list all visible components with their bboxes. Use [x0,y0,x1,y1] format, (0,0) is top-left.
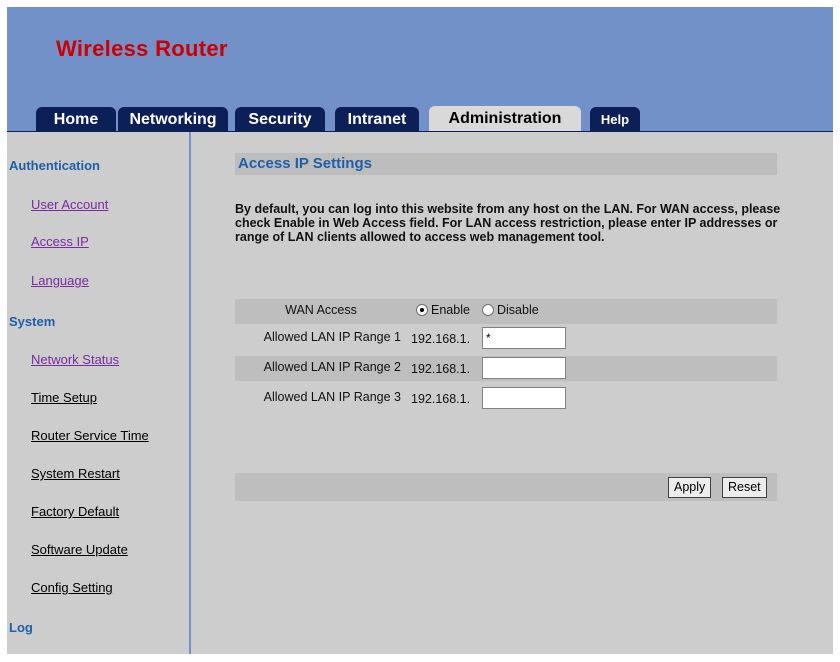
sidebar-item-factory-default[interactable]: Factory Default [31,504,119,519]
sidebar-section-system: System [9,314,56,329]
sidebar-item-language[interactable]: Language [31,273,89,288]
apply-button[interactable]: Apply [668,477,712,498]
sidebar-item-system-restart[interactable]: System Restart [31,466,120,481]
wan-enable-radio[interactable] [416,304,428,316]
lan-ip-range-1-input[interactable] [482,327,566,349]
wan-disable-label[interactable]: Disable [497,303,539,317]
brand-title: Wireless Router [56,36,228,61]
tab-administration[interactable]: Administration [429,106,581,132]
tab-home[interactable]: Home [36,107,116,131]
tab-intranet[interactable]: Intranet [335,107,419,131]
radio-selected-dot [420,308,424,312]
lan-ip-range-2-input[interactable] [482,357,566,379]
wan-enable-label[interactable]: Enable [431,303,470,317]
header-banner: Wireless Router Home Networking Security… [7,7,833,132]
page-title: Access IP Settings [238,155,372,172]
router-admin-page: Wireless Router Home Networking Security… [7,7,833,654]
tab-networking[interactable]: Networking [118,107,228,131]
lan-ip-range-3-input[interactable] [482,387,566,409]
lan-ip-range-row-1: Allowed LAN IP Range 1 192.168.1. [235,326,777,351]
lan-ip-range-label: Allowed LAN IP Range 2 [263,360,401,374]
ip-prefix: 192.168.1. [411,332,471,346]
lan-ip-range-label: Allowed LAN IP Range 1 [263,330,401,344]
section-title-bar: Access IP Settings [235,153,777,175]
reset-button[interactable]: Reset [722,477,767,498]
lan-ip-range-row-3: Allowed LAN IP Range 3 192.168.1. [235,386,777,411]
ip-prefix: 192.168.1. [411,362,471,376]
sidebar-item-time-setup[interactable]: Time Setup [31,390,97,405]
sidebar: Authentication User Account Access IP La… [7,132,191,654]
sidebar-section-log: Log [9,620,33,635]
sidebar-item-router-service-time[interactable]: Router Service Time [31,428,149,443]
ip-prefix: 192.168.1. [411,392,471,406]
wan-access-row: WAN Access Enable Disable [235,299,777,324]
tab-help[interactable]: Help [590,107,640,131]
sidebar-item-access-ip[interactable]: Access IP [31,234,89,249]
wan-disable-radio[interactable] [482,304,494,316]
sidebar-item-network-status[interactable]: Network Status [31,352,119,367]
lan-ip-range-label: Allowed LAN IP Range 3 [263,390,401,404]
tab-security[interactable]: Security [235,107,325,131]
lan-ip-range-row-2: Allowed LAN IP Range 2 192.168.1. [235,356,777,381]
sidebar-item-software-update[interactable]: Software Update [31,542,128,557]
page-description: By default, you can log into this websit… [235,202,781,244]
wan-access-label: WAN Access [285,303,357,317]
sidebar-item-user-account[interactable]: User Account [31,197,108,212]
action-bar: Apply Reset [235,473,777,501]
sidebar-item-config-setting[interactable]: Config Setting [31,580,113,595]
sidebar-section-authentication: Authentication [9,158,100,173]
